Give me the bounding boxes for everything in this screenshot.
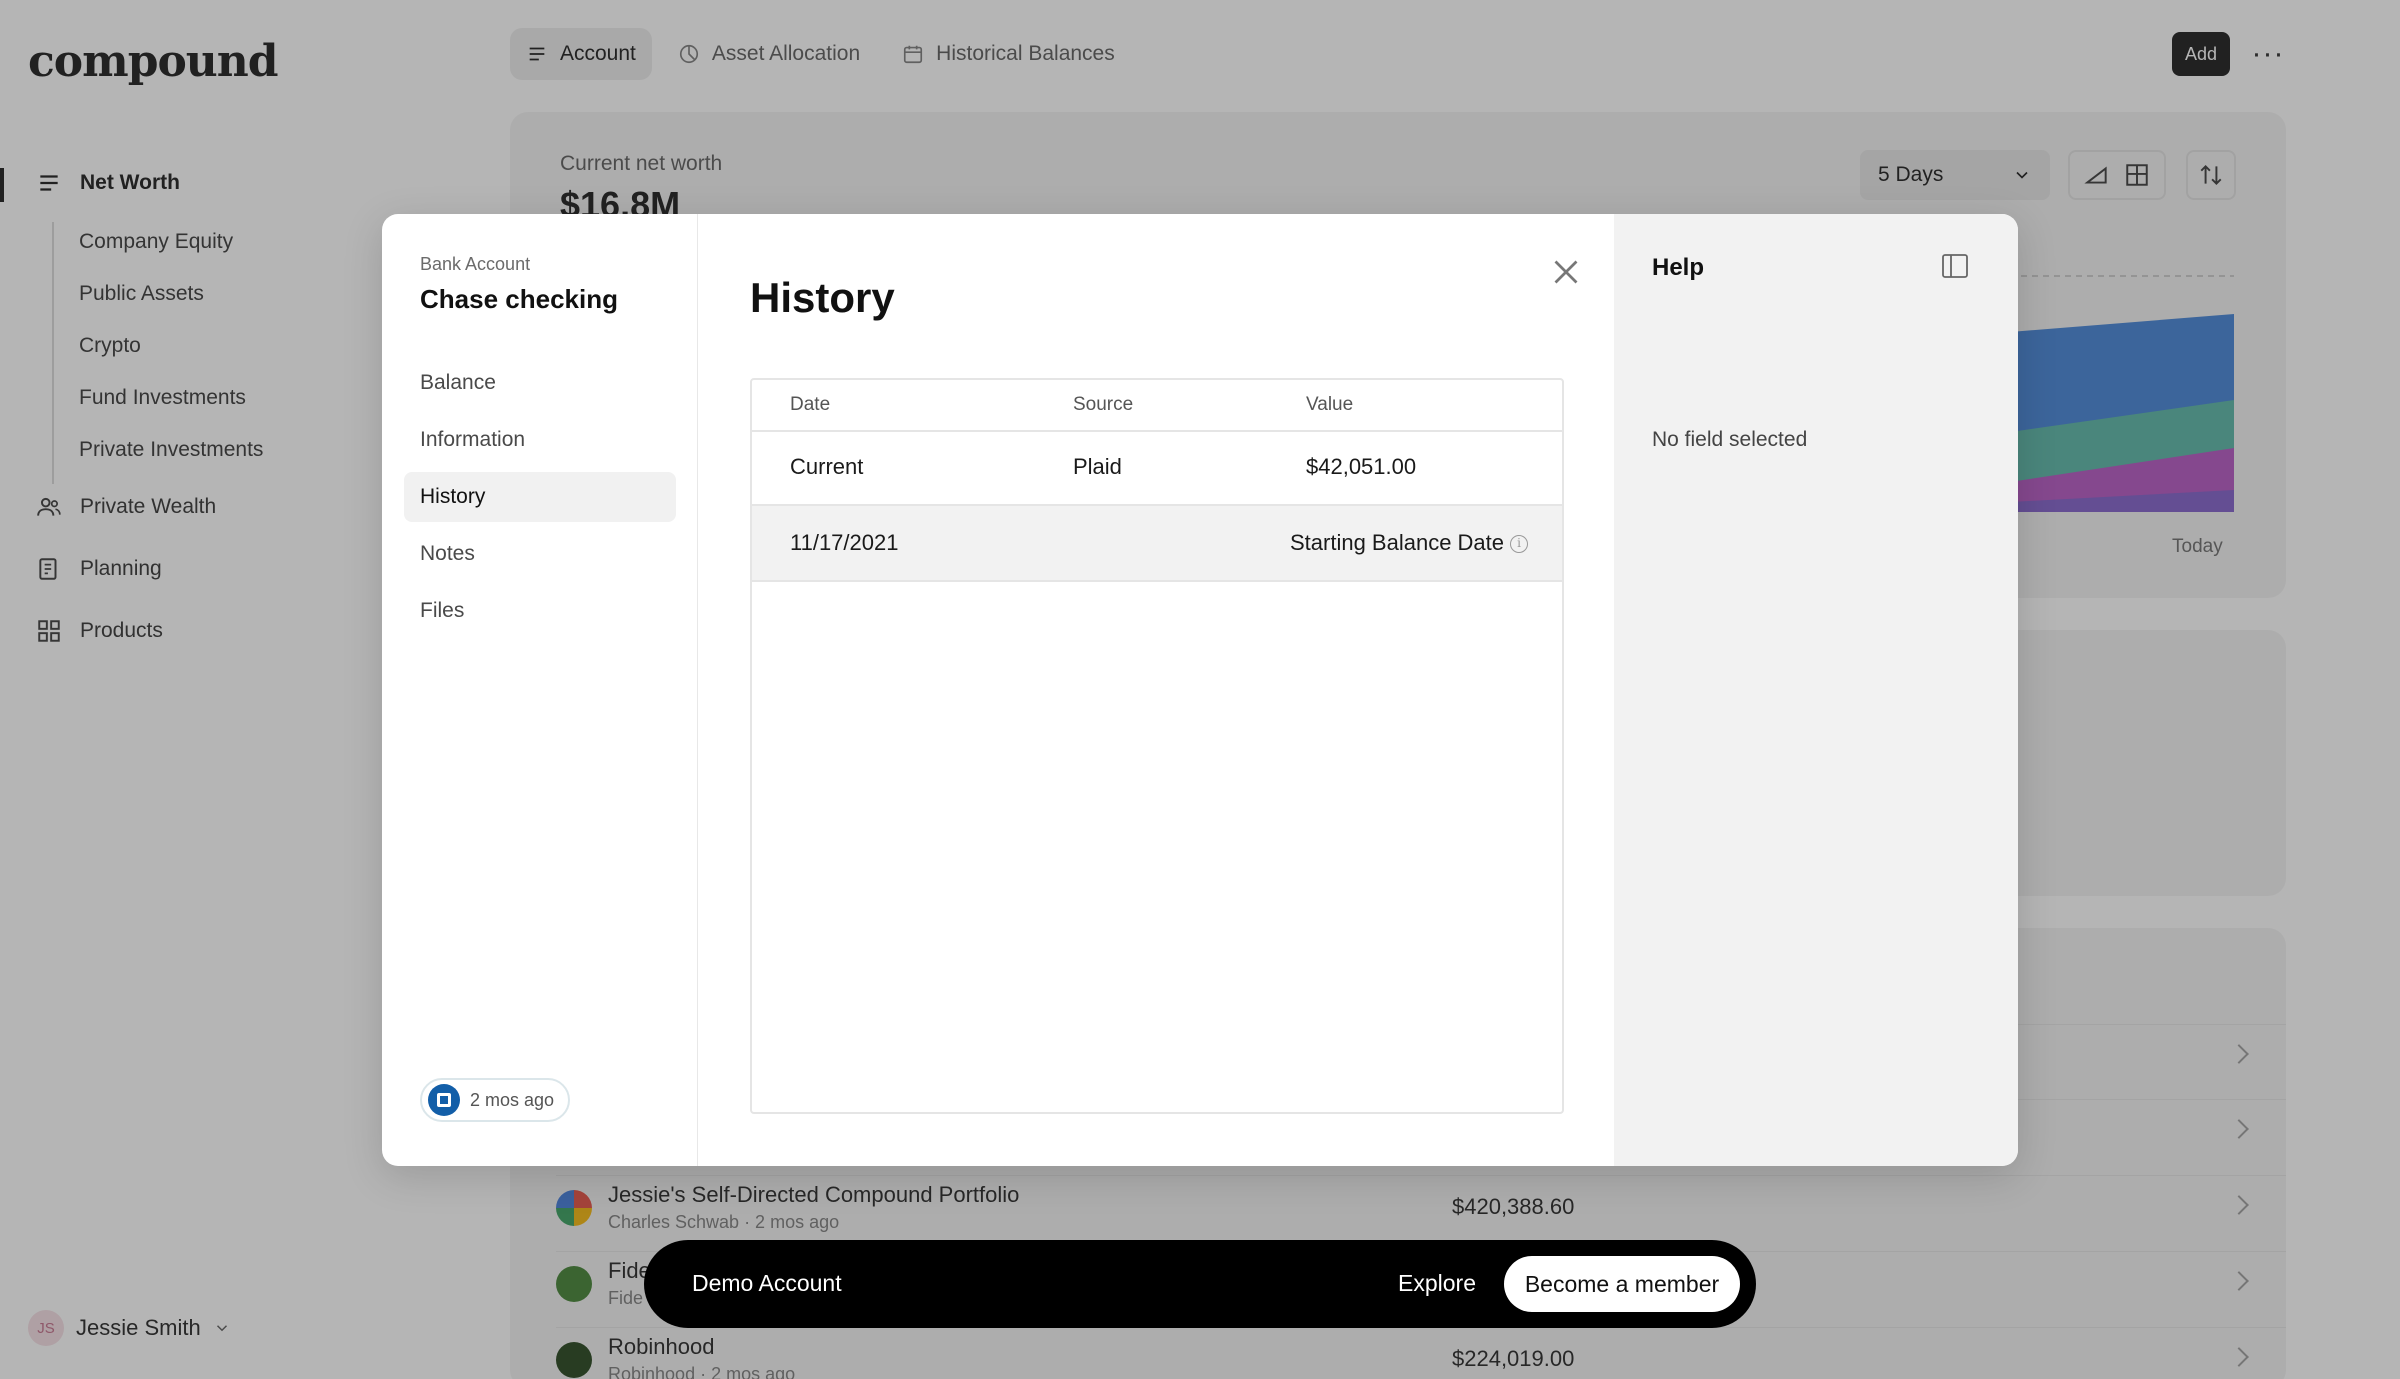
modal-title: History (750, 274, 895, 321)
modal-nav-files[interactable]: Files (404, 586, 676, 636)
modal-sidebar: Bank Account Chase checking Balance Info… (382, 214, 698, 1166)
sync-status[interactable]: 2 mos ago (420, 1078, 571, 1122)
row-source: Plaid (1073, 454, 1122, 479)
explore-link[interactable]: Explore (1398, 1270, 1476, 1297)
demo-label: Demo Account (692, 1270, 842, 1296)
close-icon[interactable] (1548, 254, 1584, 290)
modal-nav-history[interactable]: History (404, 472, 676, 522)
info-icon[interactable]: i (1510, 535, 1529, 554)
become-member-button[interactable]: Become a member (1504, 1256, 1740, 1312)
column-header-source: Source (1073, 394, 1134, 415)
starting-balance-label: Starting Balance Date i (1290, 530, 1529, 556)
column-header-date: Date (790, 394, 831, 415)
divider (752, 580, 1562, 582)
row-date: Current (790, 454, 864, 479)
row-date: 11/17/2021 (790, 530, 899, 555)
row-value[interactable]: $42,051.00 (1306, 454, 1416, 480)
account-name: Chase checking (420, 284, 618, 314)
help-title: Help (1652, 254, 1705, 281)
account-type: Bank Account (420, 254, 531, 274)
modal-nav-balance[interactable]: Balance (404, 358, 676, 408)
help-panel: Help No field selected (1614, 214, 2018, 1166)
starting-balance-text: Starting Balance Date (1290, 530, 1505, 555)
help-empty-state: No field selected (1652, 428, 1808, 451)
modal-nav-notes[interactable]: Notes (404, 529, 676, 579)
modal-nav-information[interactable]: Information (404, 415, 676, 465)
column-header-value: Value (1306, 394, 1354, 415)
demo-account-bar: Demo Account Explore Become a member (644, 1240, 1756, 1328)
panel-toggle-icon[interactable] (1942, 254, 1968, 278)
modal-content: History Date Source Value Current Plaid … (698, 214, 1614, 1166)
chase-logo-icon (428, 1084, 460, 1116)
account-modal: Bank Account Chase checking Balance Info… (382, 214, 2018, 1166)
history-table: Date Source Value Current Plaid $42,051.… (750, 378, 1564, 1114)
divider (752, 430, 1562, 432)
sync-status-text: 2 mos ago (470, 1089, 555, 1110)
